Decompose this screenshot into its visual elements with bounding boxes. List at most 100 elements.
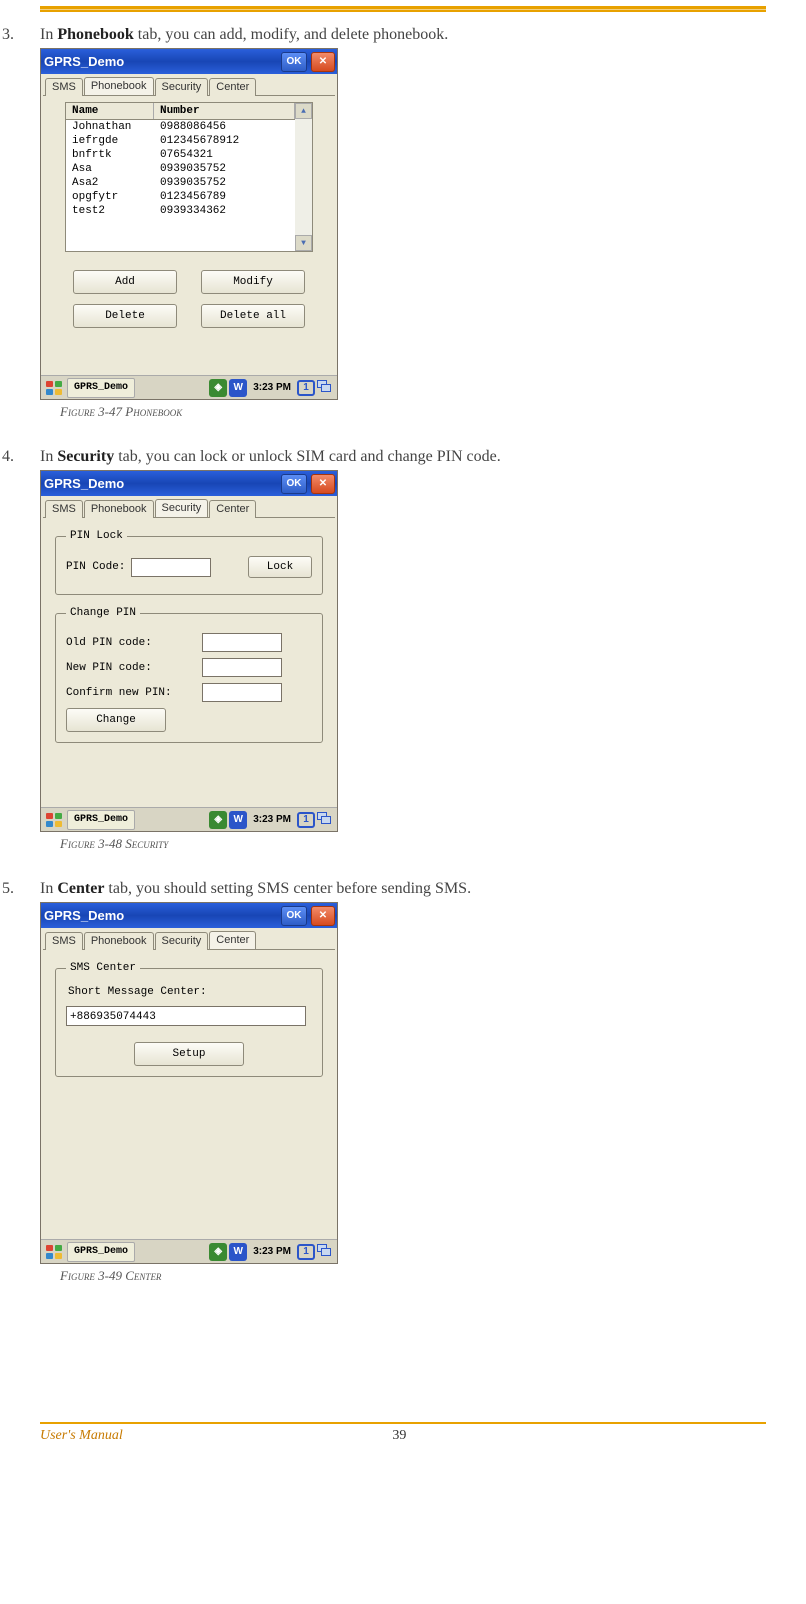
taskbar[interactable]: GPRS_Demo ◈ W 3:23 PM 1 (41, 1239, 337, 1263)
input-indicator-icon[interactable]: 1 (297, 812, 315, 828)
confirm-pin-input[interactable] (202, 683, 282, 702)
sms-center-input[interactable]: +886935074443 (66, 1006, 306, 1026)
taskbar[interactable]: GPRS_Demo ◈ W 3:23 PM 1 (41, 807, 337, 831)
network-icon[interactable]: W (229, 811, 247, 829)
tab-phonebook[interactable]: Phonebook (84, 77, 154, 95)
cascade-windows-icon[interactable] (317, 1244, 335, 1260)
delete-button[interactable]: Delete (73, 304, 177, 328)
header-rule (40, 6, 766, 12)
old-pin-input[interactable] (202, 633, 282, 652)
clock[interactable]: 3:23 PM (249, 1246, 295, 1257)
tab-phonebook[interactable]: Phonebook (84, 500, 154, 518)
pin-code-input[interactable] (131, 558, 211, 577)
new-pin-input[interactable] (202, 658, 282, 677)
pin-lock-group: PIN Lock PIN Code: Lock (55, 530, 323, 595)
input-indicator-icon[interactable]: 1 (297, 1244, 315, 1260)
taskbar[interactable]: GPRS_Demo ◈ W 3:23 PM 1 (41, 375, 337, 399)
input-indicator-icon[interactable]: 1 (297, 380, 315, 396)
table-row[interactable]: iefrgde012345678912 (66, 134, 295, 148)
taskbar-app-button[interactable]: GPRS_Demo (67, 810, 135, 830)
tab-sms[interactable]: SMS (45, 932, 83, 950)
wifi-icon[interactable]: ◈ (209, 811, 227, 829)
add-button[interactable]: Add (73, 270, 177, 294)
tab-security[interactable]: Security (155, 499, 209, 517)
tab-sms[interactable]: SMS (45, 78, 83, 96)
phonebook-list[interactable]: Name Number Johnathan0988086456 iefrgde0… (65, 102, 313, 252)
window-title: GPRS_Demo (44, 54, 277, 69)
table-row[interactable]: test20939334362 (66, 204, 295, 218)
center-window: GPRS_Demo OK ✕ SMS Phonebook Security Ce… (40, 902, 338, 1264)
table-row[interactable]: Asa20939035752 (66, 176, 295, 190)
change-pin-group: Change PIN Old PIN code: New PIN code: C… (55, 607, 323, 743)
wifi-icon[interactable]: ◈ (209, 1243, 227, 1261)
old-pin-label: Old PIN code: (66, 637, 196, 649)
table-row[interactable]: bnfrtk07654321 (66, 148, 295, 162)
new-pin-label: New PIN code: (66, 662, 196, 674)
window-title: GPRS_Demo (44, 908, 277, 923)
close-button[interactable]: ✕ (311, 52, 335, 72)
tab-security[interactable]: Security (155, 932, 209, 950)
tab-security[interactable]: Security (155, 78, 209, 96)
sms-center-group: SMS Center Short Message Center: +886935… (55, 962, 323, 1077)
col-header-name[interactable]: Name (66, 103, 154, 119)
scrollbar[interactable]: ▲ ▼ (295, 103, 312, 251)
phonebook-window: GPRS_Demo OK ✕ SMS Phonebook Security Ce… (40, 48, 338, 400)
figure-caption: Figure 3-48 Security (60, 836, 804, 852)
cascade-windows-icon[interactable] (317, 380, 335, 396)
tab-center[interactable]: Center (209, 500, 256, 518)
wifi-icon[interactable]: ◈ (209, 379, 227, 397)
footer-rule (40, 1422, 766, 1424)
close-button[interactable]: ✕ (311, 474, 335, 494)
group-label: SMS Center (66, 962, 140, 974)
network-icon[interactable]: W (229, 379, 247, 397)
ok-button[interactable]: OK (281, 906, 307, 926)
table-row[interactable]: opgfytr0123456789 (66, 190, 295, 204)
ok-button[interactable]: OK (281, 52, 307, 72)
confirm-pin-label: Confirm new PIN: (66, 687, 196, 699)
lock-button[interactable]: Lock (248, 556, 312, 578)
table-row[interactable]: Asa0939035752 (66, 162, 295, 176)
col-header-number[interactable]: Number (154, 103, 295, 119)
list-description: In Phonebook tab, you can add, modify, a… (40, 26, 448, 44)
tab-center[interactable]: Center (209, 78, 256, 96)
network-icon[interactable]: W (229, 1243, 247, 1261)
taskbar-app-button[interactable]: GPRS_Demo (67, 1242, 135, 1262)
list-number: 3. (2, 26, 40, 44)
list-description: In Center tab, you should setting SMS ce… (40, 880, 471, 898)
scroll-down-icon[interactable]: ▼ (295, 235, 312, 251)
tab-center[interactable]: Center (209, 931, 256, 949)
titlebar[interactable]: GPRS_Demo OK ✕ (41, 471, 337, 496)
window-title: GPRS_Demo (44, 476, 277, 491)
page-number: 39 (392, 1428, 406, 1444)
cascade-windows-icon[interactable] (317, 812, 335, 828)
list-number: 5. (2, 880, 40, 898)
group-label: Change PIN (66, 607, 140, 619)
figure-caption: Figure 3-47 Phonebook (60, 404, 804, 420)
list-description: In Security tab, you can lock or unlock … (40, 448, 501, 466)
delete-all-button[interactable]: Delete all (201, 304, 305, 328)
start-icon[interactable] (43, 810, 65, 830)
close-button[interactable]: ✕ (311, 906, 335, 926)
sms-center-label: Short Message Center: (68, 986, 312, 998)
security-window: GPRS_Demo OK ✕ SMS Phonebook Security Ce… (40, 470, 338, 832)
clock[interactable]: 3:23 PM (249, 382, 295, 393)
pin-code-label: PIN Code: (66, 561, 125, 573)
tab-phonebook[interactable]: Phonebook (84, 932, 154, 950)
list-number: 4. (2, 448, 40, 466)
ok-button[interactable]: OK (281, 474, 307, 494)
start-icon[interactable] (43, 1242, 65, 1262)
titlebar[interactable]: GPRS_Demo OK ✕ (41, 903, 337, 928)
figure-caption: Figure 3-49 Center (60, 1268, 804, 1284)
start-icon[interactable] (43, 378, 65, 398)
setup-button[interactable]: Setup (134, 1042, 244, 1066)
tab-sms[interactable]: SMS (45, 500, 83, 518)
table-row[interactable]: Johnathan0988086456 (66, 120, 295, 134)
scroll-up-icon[interactable]: ▲ (295, 103, 312, 119)
footer-label: User's Manual (40, 1428, 123, 1444)
clock[interactable]: 3:23 PM (249, 814, 295, 825)
modify-button[interactable]: Modify (201, 270, 305, 294)
titlebar[interactable]: GPRS_Demo OK ✕ (41, 49, 337, 74)
change-button[interactable]: Change (66, 708, 166, 732)
taskbar-app-button[interactable]: GPRS_Demo (67, 378, 135, 398)
group-label: PIN Lock (66, 530, 127, 542)
